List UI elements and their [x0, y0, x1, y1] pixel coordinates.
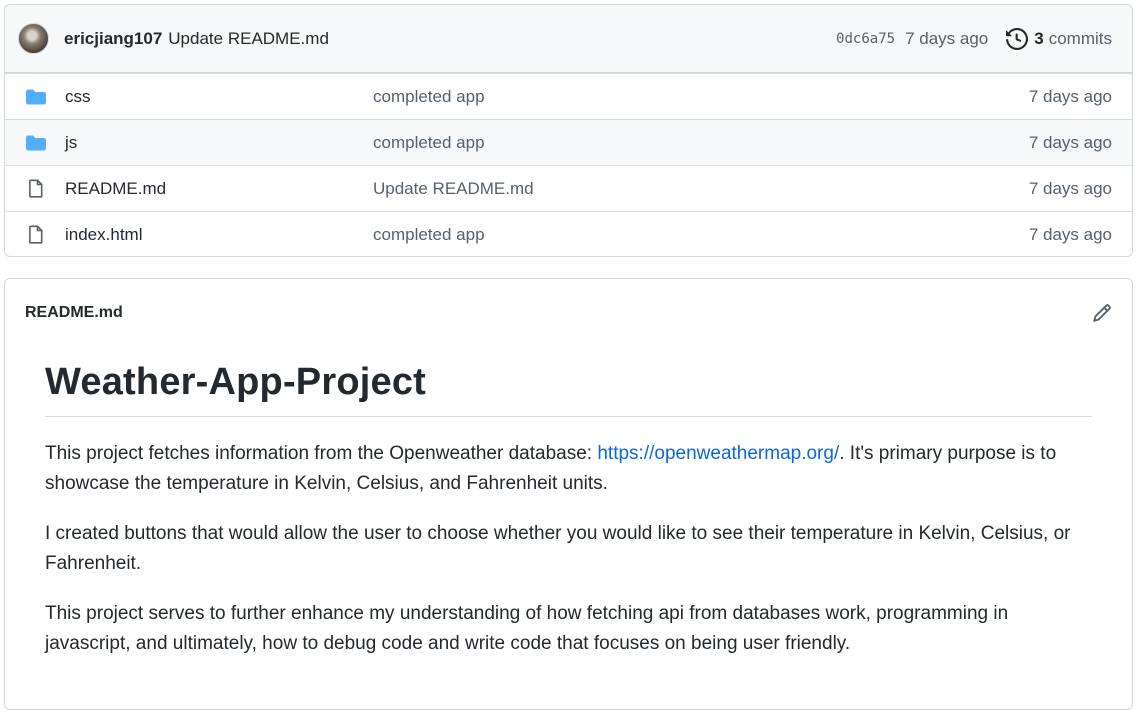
file-row-readme[interactable]: README.md Update README.md 7 days ago	[5, 165, 1132, 211]
edit-readme-button[interactable]	[1092, 303, 1112, 323]
file-icon	[25, 179, 47, 198]
readme-paragraph-1: This project fetches information from th…	[45, 439, 1092, 499]
avatar[interactable]	[18, 23, 49, 54]
paragraph-text: This project fetches information from th…	[45, 443, 598, 464]
readme-filename[interactable]: README.md	[25, 304, 123, 322]
readme-heading: Weather-App-Project	[45, 361, 1092, 417]
file-name[interactable]: css	[65, 87, 373, 107]
commit-count: 3	[1034, 28, 1044, 48]
file-commit-message[interactable]: completed app	[373, 87, 1029, 107]
folder-icon	[25, 88, 47, 106]
commit-time: 7 days ago	[905, 28, 989, 48]
readme-header: README.md	[5, 279, 1132, 347]
commit-sha[interactable]: 0dc6a75	[836, 31, 895, 47]
readme-panel: README.md Weather-App-Project This proje…	[4, 278, 1133, 710]
readme-content: Weather-App-Project This project fetches…	[5, 347, 1132, 659]
file-icon	[25, 225, 47, 244]
openweathermap-link[interactable]: https://openweathermap.org/	[597, 443, 839, 464]
file-name[interactable]: index.html	[65, 225, 373, 245]
file-commit-message[interactable]: completed app	[373, 225, 1029, 245]
file-commit-time: 7 days ago	[1028, 224, 1112, 244]
file-name[interactable]: README.md	[65, 179, 373, 199]
latest-commit-bar: ericjiang107 Update README.md 0dc6a75 7 …	[5, 5, 1132, 73]
file-row-js[interactable]: js completed app 7 days ago	[5, 119, 1132, 165]
file-row-css[interactable]: css completed app 7 days ago	[5, 73, 1132, 119]
pencil-icon	[1093, 304, 1111, 322]
commits-label: commits	[1048, 28, 1112, 48]
file-commit-message[interactable]: completed app	[373, 133, 1029, 153]
file-browser: ericjiang107 Update README.md 0dc6a75 7 …	[4, 4, 1133, 257]
file-commit-message[interactable]: Update README.md	[373, 179, 1029, 199]
file-name[interactable]: js	[65, 133, 373, 153]
folder-icon	[25, 134, 47, 152]
file-commit-time: 7 days ago	[1028, 132, 1112, 152]
commit-message[interactable]: Update README.md	[168, 29, 329, 49]
file-commit-time: 7 days ago	[1028, 178, 1112, 198]
commit-history-link[interactable]: 3 commits	[1006, 27, 1112, 50]
file-commit-time: 7 days ago	[1028, 86, 1112, 106]
readme-paragraph-3: This project serves to further enhance m…	[45, 603, 1009, 654]
readme-paragraph-2: I created buttons that would allow the u…	[45, 523, 1071, 574]
commit-author[interactable]: ericjiang107	[64, 29, 162, 49]
file-row-index[interactable]: index.html completed app 7 days ago	[5, 211, 1132, 256]
history-icon	[1006, 27, 1029, 50]
